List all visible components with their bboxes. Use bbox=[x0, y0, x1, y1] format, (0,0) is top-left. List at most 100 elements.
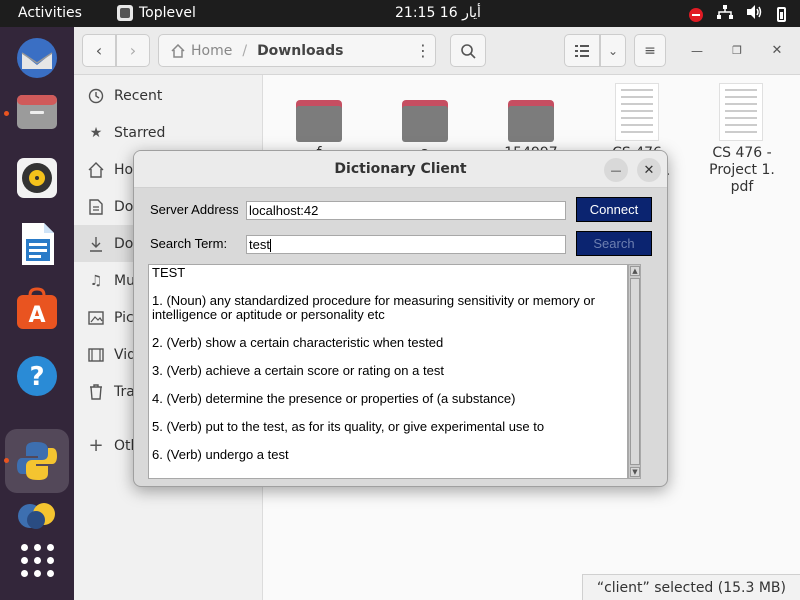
files-icon[interactable] bbox=[14, 89, 60, 135]
dock: A ? bbox=[0, 27, 74, 600]
pdf-thumbnail[interactable] bbox=[719, 83, 763, 141]
dialog-title: Dictionary Client bbox=[334, 161, 467, 177]
breadcrumb-home[interactable]: Home bbox=[171, 43, 232, 59]
document-icon bbox=[88, 198, 104, 215]
search-term-input[interactable]: test bbox=[246, 235, 566, 254]
running-indicator bbox=[4, 111, 9, 116]
result-line: 5. (Verb) put to the test, as for its qu… bbox=[152, 419, 545, 434]
hamburger-menu-icon: ≡ bbox=[644, 42, 656, 59]
view-options-button[interactable]: ⌄ bbox=[600, 34, 626, 67]
network-icon[interactable] bbox=[717, 5, 733, 24]
result-line: 2. (Verb) show a certain characteristic … bbox=[152, 335, 444, 350]
close-button[interactable]: ✕ bbox=[764, 34, 790, 67]
running-indicator bbox=[4, 458, 9, 463]
home-icon bbox=[171, 43, 185, 58]
python-idle-icon[interactable] bbox=[14, 494, 60, 534]
scroll-down-arrow-icon[interactable]: ▼ bbox=[630, 467, 640, 477]
results-scrollbar[interactable]: ▲ ▼ bbox=[628, 264, 641, 479]
result-line: 1. (Noun) any standardized procedure for… bbox=[152, 293, 599, 322]
minimize-button[interactable]: — bbox=[684, 34, 710, 67]
clock-icon bbox=[88, 88, 104, 104]
close-icon: ✕ bbox=[643, 162, 655, 178]
volume-icon[interactable] bbox=[747, 5, 763, 24]
dialog-close-button[interactable]: ✕ bbox=[637, 158, 661, 182]
results-textarea[interactable]: TEST 1. (Noun) any standardized procedur… bbox=[148, 264, 628, 479]
star-icon: ★ bbox=[89, 124, 103, 141]
maximize-button[interactable]: ❐ bbox=[724, 34, 750, 67]
show-applications-icon[interactable] bbox=[21, 544, 54, 577]
files-header-bar: ‹ › Home / Downloads ⋮ ⌄ ≡ — ❐ ✕ bbox=[74, 27, 800, 75]
pdf-thumbnail[interactable] bbox=[615, 83, 659, 141]
battery-icon[interactable] bbox=[777, 7, 786, 22]
main-menu-button[interactable]: ≡ bbox=[634, 34, 666, 67]
breadcrumb-current[interactable]: Downloads bbox=[257, 43, 343, 59]
maximize-icon: ❐ bbox=[732, 44, 742, 57]
minimize-icon: — bbox=[691, 43, 703, 58]
picture-icon bbox=[88, 310, 104, 326]
svg-text:A: A bbox=[28, 303, 45, 328]
music-icon: ♫ bbox=[89, 272, 103, 289]
folder-icon[interactable] bbox=[508, 100, 554, 142]
chevron-down-icon: ⌄ bbox=[607, 43, 619, 58]
forward-button[interactable]: › bbox=[116, 34, 150, 67]
result-line: 3. (Verb) achieve a certain score or rat… bbox=[152, 363, 444, 378]
breadcrumb-separator: / bbox=[242, 42, 248, 59]
scrollbar-thumb[interactable] bbox=[630, 278, 640, 465]
thunderbird-icon[interactable] bbox=[14, 35, 60, 81]
scroll-up-arrow-icon[interactable]: ▲ bbox=[630, 266, 640, 276]
app-menu[interactable]: Toplevel bbox=[117, 5, 196, 21]
search-term-label: Search Term: bbox=[150, 236, 228, 251]
close-icon: ✕ bbox=[771, 43, 783, 58]
do-not-disturb-icon[interactable] bbox=[689, 7, 703, 22]
minimize-icon: — bbox=[610, 163, 622, 177]
sidebar-item-recent[interactable]: Recent bbox=[74, 77, 263, 114]
clock[interactable]: 21:15 16 أيار bbox=[395, 5, 481, 21]
help-icon[interactable]: ? bbox=[14, 353, 60, 399]
dialog-titlebar[interactable]: Dictionary Client — ✕ bbox=[134, 151, 667, 188]
search-button[interactable]: Search bbox=[576, 231, 652, 256]
path-menu-button[interactable]: ⋮ bbox=[410, 34, 436, 67]
system-tray[interactable] bbox=[689, 5, 786, 24]
chevron-left-icon: ‹ bbox=[95, 41, 103, 60]
video-icon bbox=[88, 347, 104, 363]
trash-icon bbox=[88, 383, 104, 400]
folder-icon[interactable] bbox=[296, 100, 342, 142]
status-bar: “client” selected (15.3 MB) bbox=[581, 574, 800, 600]
sidebar-item-label: Starred bbox=[114, 124, 166, 141]
result-line: TEST bbox=[152, 265, 186, 280]
search-button[interactable] bbox=[450, 34, 486, 67]
view-list-button[interactable] bbox=[564, 34, 600, 67]
search-term-value: test bbox=[249, 237, 270, 252]
folder-icon[interactable] bbox=[402, 100, 448, 142]
home-icon bbox=[88, 161, 104, 178]
app-name: Toplevel bbox=[139, 5, 196, 21]
dialog-minimize-button[interactable]: — bbox=[604, 158, 628, 182]
result-line: 4. (Verb) determine the presence or prop… bbox=[152, 391, 516, 406]
chevron-right-icon: › bbox=[129, 41, 137, 60]
server-address-label: Server Address: bbox=[150, 202, 238, 217]
svg-text:?: ? bbox=[29, 362, 44, 392]
breadcrumb: Home / Downloads bbox=[158, 34, 436, 67]
text-cursor bbox=[269, 239, 271, 253]
file-name[interactable]: CS 476 - Project 1. pdf bbox=[702, 145, 782, 196]
search-icon bbox=[461, 43, 476, 59]
python-icon bbox=[117, 5, 133, 21]
back-button[interactable]: ‹ bbox=[82, 34, 116, 67]
libreoffice-writer-icon[interactable] bbox=[14, 221, 60, 267]
dictionary-client-window: Dictionary Client — ✕ Server Address: lo… bbox=[133, 150, 668, 487]
plus-icon: + bbox=[88, 435, 104, 456]
download-icon bbox=[88, 236, 104, 252]
sidebar-item-label: Recent bbox=[114, 87, 163, 104]
result-line: 6. (Verb) undergo a test bbox=[152, 447, 289, 462]
server-address-input[interactable]: localhost:42 bbox=[246, 201, 566, 220]
rhythmbox-icon[interactable] bbox=[14, 155, 60, 201]
breadcrumb-home-label: Home bbox=[191, 42, 233, 59]
more-vertical-icon: ⋮ bbox=[415, 41, 431, 60]
app-store-icon[interactable]: A bbox=[14, 287, 60, 333]
top-bar: Activities Toplevel 21:15 16 أيار bbox=[0, 0, 800, 27]
connect-button[interactable]: Connect bbox=[576, 197, 652, 222]
list-view-icon bbox=[575, 44, 589, 57]
activities-button[interactable]: Activities bbox=[18, 5, 82, 21]
python-app-icon[interactable] bbox=[14, 438, 60, 484]
sidebar-item-starred[interactable]: ★ Starred bbox=[74, 114, 263, 151]
